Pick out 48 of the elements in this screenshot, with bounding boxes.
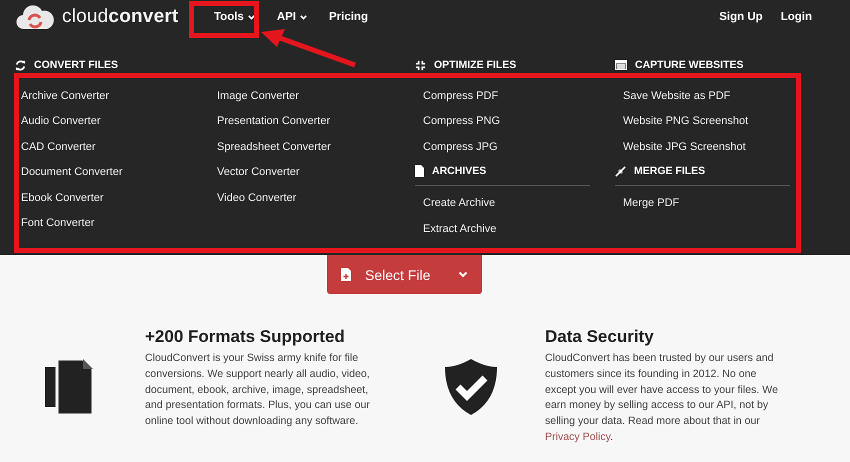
menu-link[interactable]: Presentation Converter: [217, 109, 413, 135]
menu-link[interactable]: Audio Converter: [21, 109, 217, 135]
menu-link[interactable]: Spreadsheet Converter: [217, 134, 413, 160]
menu-link[interactable]: Vector Converter: [217, 160, 413, 186]
nav-link[interactable]: Tools: [214, 9, 255, 25]
documents-icon: [45, 359, 93, 415]
menu-link[interactable]: CAD Converter: [21, 134, 217, 160]
compress-icon: [415, 60, 426, 70]
file-icon: [415, 165, 424, 178]
account-link[interactable]: Login: [780, 9, 812, 25]
nav-link[interactable]: API: [276, 9, 307, 25]
merge-icon: [615, 166, 626, 177]
feature-description: CloudConvert has been trusted by our users and customers since its founding in 2012. No one except you will ever have access to your files. We earn money by selling access to our API, not by selling your data. Read more about that in our Privacy Policy.: [545, 351, 779, 445]
select-file-button[interactable]: Select File: [327, 255, 482, 294]
file-add-icon: [341, 268, 351, 281]
privacy-policy-link[interactable]: Privacy Policy: [545, 430, 610, 443]
menu-link[interactable]: Extract Archive: [415, 216, 615, 242]
menu-link[interactable]: Compress PDF: [415, 84, 615, 110]
section-heading: MERGE FILES: [634, 165, 706, 178]
section-heading: OPTIMIZE FILES: [434, 59, 516, 71]
caret-icon: [458, 271, 468, 278]
menu-link[interactable]: Font Converter: [21, 210, 217, 236]
section-heading: CONVERT FILES: [34, 59, 118, 71]
menu-link[interactable]: Merge PDF: [615, 191, 815, 217]
feature-description: CloudConvert is your Swiss army knife for file conversions. We support nearly all audio, video, document, ebook, archive, image, spreadsheet, and presentation formats. Plus, you can use our online tool without downloading any software.: [145, 351, 371, 430]
account-link[interactable]: Sign Up: [719, 9, 763, 25]
cloud-logo-icon: [16, 4, 54, 30]
feature-heading: +200 Formats Supported: [145, 327, 346, 347]
menu-link[interactable]: Create Archive: [415, 191, 615, 217]
menu-link[interactable]: Archive Converter: [21, 84, 217, 110]
menu-link[interactable]: Website PNG Screenshot: [615, 109, 815, 135]
refresh-icon: [15, 60, 26, 70]
menu-link[interactable]: Image Converter: [217, 84, 413, 110]
menu-link[interactable]: Video Converter: [217, 186, 413, 211]
menu-link[interactable]: Website JPG Screenshot: [615, 134, 815, 160]
menu-link[interactable]: Document Converter: [21, 160, 217, 186]
menu-link[interactable]: Save Website as PDF: [615, 84, 815, 110]
section-heading: CAPTURE WEBSITES: [635, 59, 744, 71]
window-icon: [615, 60, 627, 70]
menu-link[interactable]: Compress PNG: [415, 109, 615, 135]
menu-link[interactable]: Ebook Converter: [21, 186, 217, 211]
nav-link[interactable]: Pricing: [328, 9, 368, 25]
logo-wordmark[interactable]: cloudconvert: [62, 6, 178, 28]
feature-heading: Data Security: [545, 327, 655, 347]
annotation-frame: [189, 1, 259, 38]
shield-check-icon: [445, 359, 497, 415]
section-heading: ARCHIVES: [432, 165, 486, 178]
menu-link[interactable]: Compress JPG: [415, 134, 615, 160]
